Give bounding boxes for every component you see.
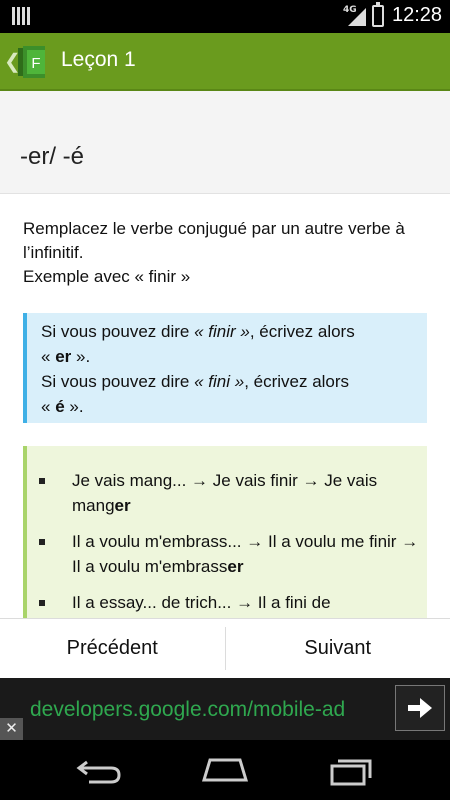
battery-icon	[372, 2, 384, 27]
bullet-icon	[39, 539, 45, 545]
system-nav-bar	[0, 740, 450, 800]
signal-icon	[348, 8, 366, 26]
previous-button[interactable]: Précédent	[0, 619, 225, 678]
recent-apps-icon[interactable]	[326, 754, 376, 788]
app-icon-letter: F	[31, 55, 40, 72]
next-button[interactable]: Suivant	[226, 619, 450, 678]
info-line: « é ».	[41, 397, 84, 416]
info-line: Si vous pouvez dire « finir », écrivez a…	[41, 322, 355, 341]
bullet-icon	[39, 478, 45, 484]
back-icon[interactable]	[75, 754, 125, 788]
ad-banner[interactable]: developers.google.com/mobile-ad ✕	[0, 678, 450, 740]
rule-info-box: Si vous pouvez dire « finir », écrivez a…	[23, 313, 427, 423]
examples-list: Je vais mang... → Je vais finir → Je vai…	[39, 468, 427, 618]
list-item: Il a essay... de trich... → Il a fini de	[39, 590, 427, 615]
info-line: Si vous pouvez dire « fini », écrivez al…	[41, 372, 350, 391]
intro-line: Exemple avec « finir »	[23, 267, 191, 286]
lesson-nav-bar: Précédent Suivant	[0, 618, 450, 678]
ad-url[interactable]: developers.google.com/mobile-ad	[30, 698, 390, 722]
ad-open-button[interactable]	[395, 685, 445, 731]
list-item: Il a voulu m'embrass... → Il a voulu me …	[39, 529, 427, 579]
examples-box: Je vais mang... → Je vais finir → Je vai…	[23, 446, 427, 618]
notification-icon	[12, 7, 30, 25]
lesson-intro: Remplacez le verbe conjugué par un autre…	[23, 217, 423, 289]
clock: 12:28	[392, 4, 443, 26]
info-line: « er ».	[41, 347, 91, 366]
intro-line: Remplacez le verbe conjugué par un autre…	[23, 219, 405, 262]
list-item: Je vais mang... → Je vais finir → Je vai…	[39, 468, 427, 518]
app-icon[interactable]: F	[18, 46, 48, 78]
status-bar: 4G 12:28	[0, 0, 450, 33]
page-title: Leçon 1	[61, 48, 136, 71]
home-icon[interactable]	[200, 754, 250, 788]
bullet-icon	[39, 600, 45, 606]
lesson-content[interactable]: -er/ -é Remplacez le verbe conjugué par …	[0, 91, 450, 618]
ad-close-button[interactable]: ✕	[0, 718, 23, 740]
lesson-header: -er/ -é	[0, 91, 450, 194]
lesson-heading: -er/ -é	[20, 143, 85, 170]
action-bar: ❮ F Leçon 1	[0, 33, 450, 91]
arrow-right-icon	[408, 698, 432, 718]
